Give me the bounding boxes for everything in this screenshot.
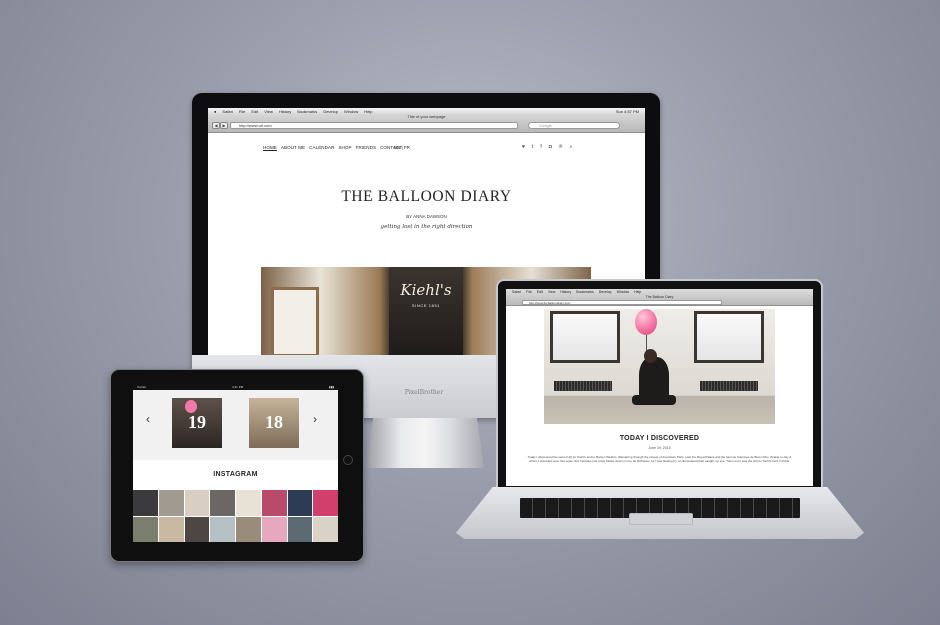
- menu-item[interactable]: Help: [634, 290, 641, 294]
- post-body: Today I discovered the secret HQ for Kie…: [527, 455, 792, 464]
- instagram-thumbnail[interactable]: [184, 516, 210, 542]
- site-byline: BY ANNA DAWSON: [406, 214, 447, 219]
- menu-item[interactable]: Window: [617, 290, 629, 294]
- instagram-thumbnail[interactable]: [236, 490, 261, 516]
- menu-item[interactable]: Edit: [537, 290, 543, 294]
- laptop-screen: Safari File Edit View History Bookmarks …: [506, 289, 813, 486]
- menu-item[interactable]: Window: [344, 109, 358, 114]
- mac-menubar: Safari File Edit View History Bookmarks …: [512, 290, 641, 294]
- instagram-grid: [133, 490, 338, 542]
- site-title[interactable]: THE BALLOON DIARY: [208, 188, 645, 206]
- instagram-thumbnail[interactable]: [261, 490, 287, 516]
- home-button[interactable]: [343, 455, 353, 465]
- safari-toolbar: Safari File Edit View History Bookmarks …: [506, 289, 813, 306]
- menu-item[interactable]: Safari: [222, 109, 232, 114]
- menu-item[interactable]: Help: [364, 109, 372, 114]
- search-field[interactable]: Google: [528, 122, 620, 129]
- carousel-card[interactable]: 18: [249, 398, 299, 448]
- apple-icon[interactable]: ●: [214, 109, 216, 114]
- site-nav: HOME ABOUT ME CALENDAR SHOP FRIENDS CONT…: [263, 145, 402, 150]
- instagram-thumbnail[interactable]: [210, 516, 235, 542]
- menu-item[interactable]: Bookmarks: [576, 290, 594, 294]
- kiehls-sign: Kiehl's SINCE 1851: [389, 267, 463, 355]
- pink-balloon: [635, 309, 657, 335]
- post-carousel: ‹ 19 18 ›: [133, 390, 338, 460]
- imac-stand: [366, 418, 484, 468]
- instagram-thumbnail[interactable]: [287, 490, 313, 516]
- instagram-thumbnail[interactable]: [133, 490, 158, 516]
- carousel-card[interactable]: 19: [172, 398, 222, 448]
- person: [644, 349, 657, 363]
- card-number: 19: [188, 412, 206, 432]
- instagram-thumbnail[interactable]: [158, 490, 184, 516]
- window-title: Title of your webpage: [407, 114, 446, 119]
- nav-about[interactable]: ABOUT ME: [281, 145, 305, 150]
- site-tagline: getting lost in the right direction: [380, 224, 473, 230]
- trackpad: [629, 513, 693, 525]
- back-button[interactable]: ◀: [212, 122, 220, 129]
- instagram-thumbnail[interactable]: [210, 490, 235, 516]
- radiator: [554, 381, 612, 391]
- twitter-icon[interactable]: t: [532, 144, 533, 150]
- instagram-thumbnail[interactable]: [287, 516, 313, 542]
- menu-item[interactable]: Develop: [599, 290, 612, 294]
- social-icons: ♥ t f ◘ ℗ ⌕: [522, 144, 572, 150]
- nav-calendar[interactable]: CALENDAR: [309, 145, 334, 150]
- address-bar[interactable]: http://www.theballoondiary.com: [522, 300, 722, 305]
- post-title[interactable]: TODAY I DISCOVERED: [506, 435, 813, 442]
- pinterest-icon[interactable]: ℗: [559, 144, 563, 150]
- instagram-thumbnail[interactable]: [184, 490, 210, 516]
- ipad-screen: Carrier 4:21 PM ▮▮▮ ‹ 19 18 › INSTAGRAM: [133, 385, 338, 542]
- heart-icon[interactable]: ♥: [522, 144, 525, 150]
- menu-item[interactable]: Bookmarks: [297, 109, 317, 114]
- window-frame: [550, 311, 620, 363]
- kiehls-logo: Kiehl's: [400, 281, 452, 299]
- window-title: The Balloon Diary: [645, 295, 674, 299]
- radiator: [700, 381, 758, 391]
- menubar-clock: Sun 4:57 PM: [615, 108, 639, 114]
- instagram-thumbnail[interactable]: [158, 516, 184, 542]
- menu-item[interactable]: View: [264, 109, 273, 114]
- menu-item[interactable]: View: [548, 290, 556, 294]
- menu-item[interactable]: File: [239, 109, 245, 114]
- imac-brand-label: PixelBrother: [404, 389, 444, 396]
- menu-item[interactable]: Develop: [323, 109, 338, 114]
- chevron-right-icon[interactable]: ›: [313, 412, 317, 426]
- safari-toolbar: Title of your webpage ◀ ▶ http://www.url…: [208, 114, 645, 133]
- instagram-thumbnail[interactable]: [133, 516, 158, 542]
- forward-button[interactable]: ▶: [220, 122, 228, 129]
- nav-shop[interactable]: SHOP: [338, 145, 351, 150]
- facebook-icon[interactable]: f: [540, 144, 541, 150]
- post-date: June 19, 2015: [648, 446, 671, 450]
- window-frame: [271, 287, 319, 355]
- instagram-thumbnail[interactable]: [236, 516, 261, 542]
- instagram-thumbnail[interactable]: [261, 516, 287, 542]
- person: [639, 357, 669, 402]
- language-switch[interactable]: EN | FR: [394, 145, 410, 150]
- instagram-thumbnail[interactable]: [313, 516, 338, 542]
- chevron-left-icon[interactable]: ‹: [146, 412, 150, 426]
- nav-friends[interactable]: FRIENDS: [356, 145, 376, 150]
- menu-item[interactable]: History: [279, 109, 291, 114]
- search-icon[interactable]: ⌕: [569, 144, 572, 150]
- menu-item[interactable]: Edit: [251, 109, 258, 114]
- instagram-heading: INSTAGRAM: [213, 471, 258, 478]
- window-frame: [694, 311, 764, 363]
- menu-item[interactable]: File: [526, 290, 532, 294]
- menu-item[interactable]: History: [560, 290, 571, 294]
- menu-item[interactable]: Safari: [512, 290, 521, 294]
- instagram-icon[interactable]: ◘: [549, 144, 552, 150]
- nav-home[interactable]: HOME: [263, 145, 277, 150]
- address-bar[interactable]: http://www.url.com: [230, 122, 518, 129]
- post-photo[interactable]: [544, 309, 775, 424]
- kiehls-since: SINCE 1851: [411, 303, 441, 308]
- card-number: 18: [265, 412, 283, 432]
- instagram-thumbnail[interactable]: [313, 490, 338, 516]
